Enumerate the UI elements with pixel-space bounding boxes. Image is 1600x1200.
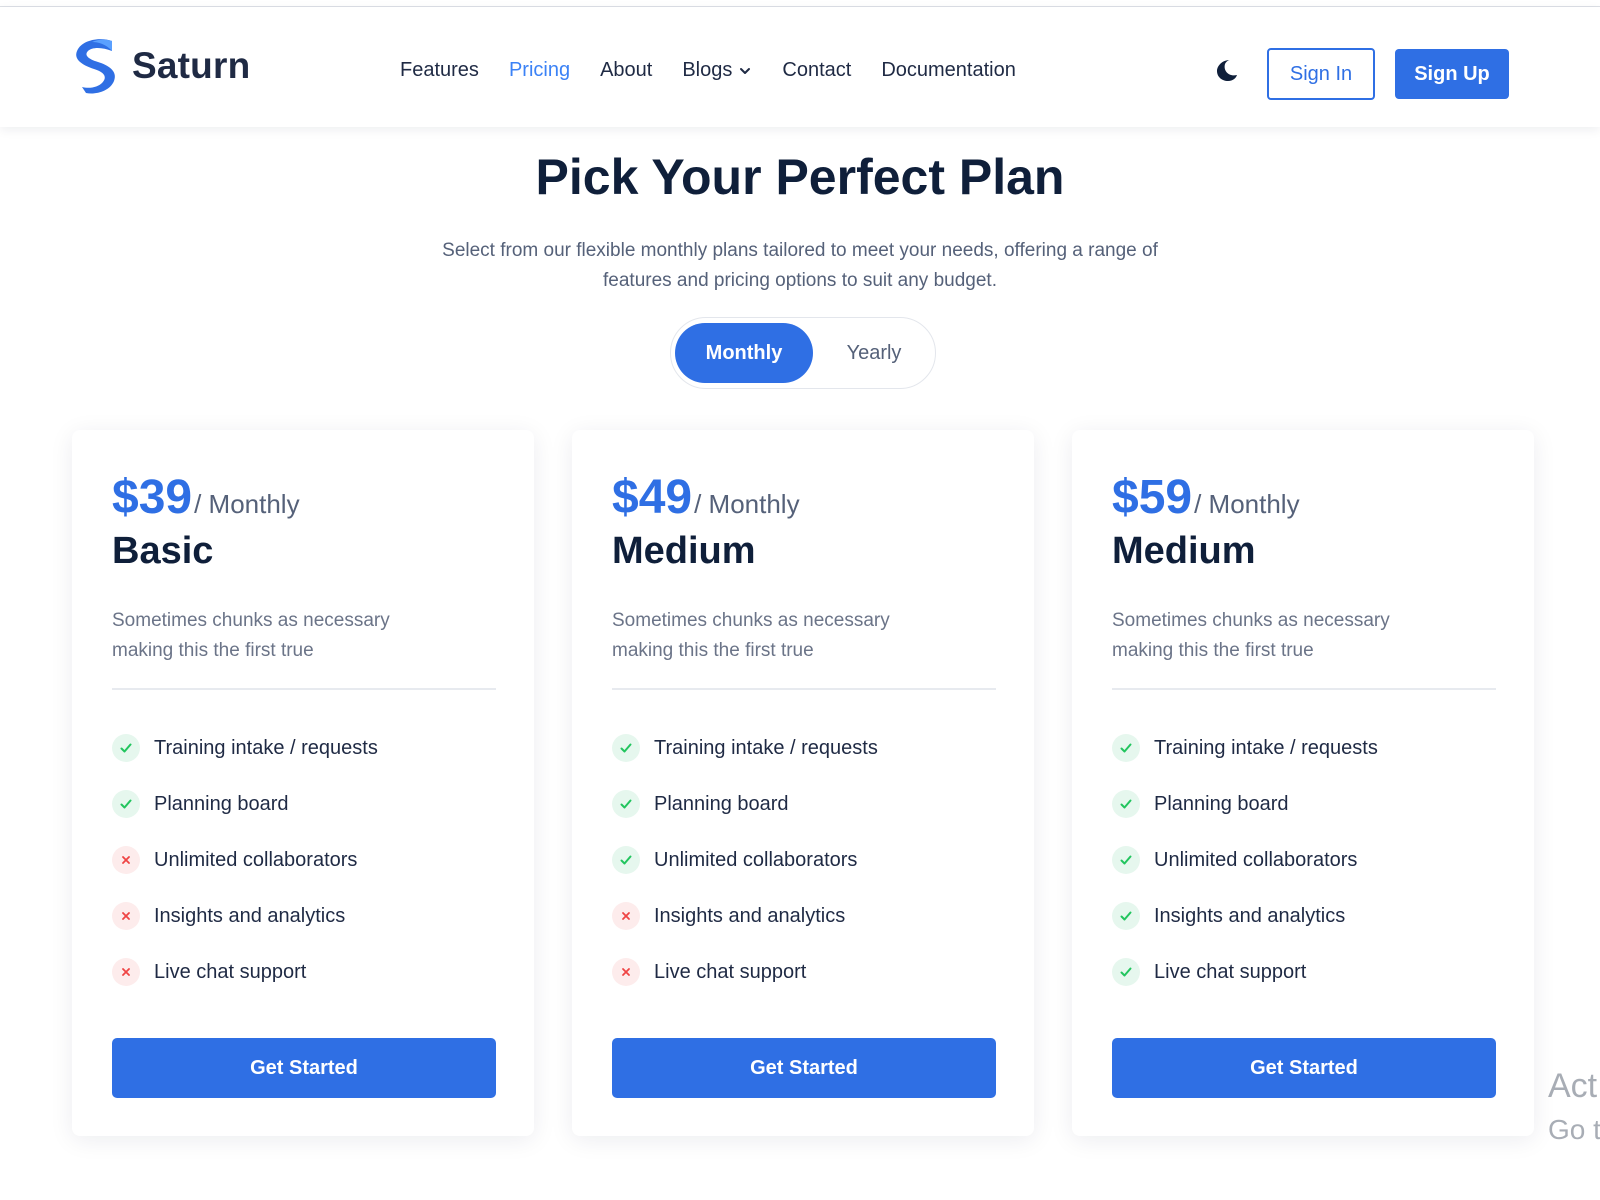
watermark-line-2: Go t <box>1548 1114 1600 1145</box>
price-row: $49/ Monthly <box>612 470 800 525</box>
cross-icon <box>612 958 640 986</box>
feature-label: Planning board <box>154 792 289 815</box>
feature-label: Training intake / requests <box>1154 736 1378 759</box>
navbar: Saturn Features Pricing About Blogs Cont… <box>0 7 1600 127</box>
toggle-monthly-button[interactable]: Monthly <box>675 323 813 383</box>
price-row: $59/ Monthly <box>1112 470 1300 525</box>
plan-price: $59 <box>1112 471 1193 524</box>
sign-up-button[interactable]: Sign Up <box>1395 49 1509 99</box>
cross-icon <box>112 902 140 930</box>
feature-label: Unlimited collaborators <box>154 848 358 871</box>
plan-name: Medium <box>1112 530 1256 572</box>
cross-icon <box>112 846 140 874</box>
price-row: $39/ Monthly <box>112 470 300 525</box>
feature-item: Live chat support <box>1112 944 1496 1000</box>
get-started-button[interactable]: Get Started <box>112 1038 496 1098</box>
cross-icon <box>612 902 640 930</box>
activation-watermark: Act Go t <box>1548 1064 1600 1152</box>
feature-list: Training intake / requests Planning board… <box>1112 720 1496 1000</box>
get-started-button[interactable]: Get Started <box>1112 1038 1496 1098</box>
brand-name: Saturn <box>132 45 251 86</box>
feature-item: Unlimited collaborators <box>1112 832 1496 888</box>
feature-item: Planning board <box>612 776 996 832</box>
plan-period: / Monthly <box>694 489 800 519</box>
feature-item: Unlimited collaborators <box>612 832 996 888</box>
plan-description: Sometimes chunks as necessary making thi… <box>1112 610 1390 661</box>
feature-label: Insights and analytics <box>1154 904 1346 927</box>
divider <box>112 688 496 690</box>
plan-period: / Monthly <box>194 489 300 519</box>
feature-label: Training intake / requests <box>654 736 878 759</box>
feature-label: Live chat support <box>654 960 807 983</box>
check-icon <box>1112 734 1140 762</box>
nav-link-documentation[interactable]: Documentation <box>881 59 1016 82</box>
plan-description: Sometimes chunks as necessary making thi… <box>612 610 890 661</box>
divider <box>612 688 996 690</box>
page-title: Pick Your Perfect Plan <box>535 149 1065 205</box>
feature-item: Training intake / requests <box>112 720 496 776</box>
chevron-down-icon <box>740 67 751 74</box>
moon-icon[interactable] <box>1213 57 1239 83</box>
nav-link-features[interactable]: Features <box>400 59 479 82</box>
plan-description: Sometimes chunks as necessary making thi… <box>112 610 390 661</box>
get-started-button[interactable]: Get Started <box>612 1038 996 1098</box>
feature-item: Insights and analytics <box>612 888 996 944</box>
check-icon <box>1112 790 1140 818</box>
nav-link-blogs[interactable]: Blogs <box>682 59 752 82</box>
feature-item: Planning board <box>112 776 496 832</box>
check-icon <box>1112 846 1140 874</box>
nav-link-contact[interactable]: Contact <box>782 59 851 82</box>
plan-price: $39 <box>112 471 193 524</box>
feature-item: Unlimited collaborators <box>112 832 496 888</box>
feature-item: Insights and analytics <box>112 888 496 944</box>
plan-card-medium: $49/ Monthly Medium Sometimes chunks as ne… <box>572 430 1034 1136</box>
cross-icon <box>112 958 140 986</box>
feature-label: Unlimited collaborators <box>654 848 858 871</box>
feature-label: Planning board <box>654 792 789 815</box>
toggle-yearly-button[interactable]: Yearly <box>819 323 929 383</box>
feature-label: Insights and analytics <box>154 904 346 927</box>
feature-item: Live chat support <box>112 944 496 1000</box>
page-subtitle: Select from our flexible monthly plans t… <box>442 240 1158 291</box>
sign-in-button[interactable]: Sign In <box>1267 48 1375 100</box>
feature-item: Insights and analytics <box>1112 888 1496 944</box>
check-icon <box>612 790 640 818</box>
saturn-logo-icon <box>72 37 120 95</box>
brand[interactable]: Saturn <box>72 37 250 95</box>
check-icon <box>1112 958 1140 986</box>
nav-link-about[interactable]: About <box>600 59 652 82</box>
feature-label: Live chat support <box>1154 960 1307 983</box>
plan-price: $49 <box>612 471 693 524</box>
nav-link-pricing[interactable]: Pricing <box>509 59 570 82</box>
feature-list: Training intake / requests Planning board… <box>612 720 996 1000</box>
nav-links: Features Pricing About Blogs Contact Doc… <box>400 59 1046 82</box>
plan-card-basic: $39/ Monthly Basic Sometimes chunks as nec… <box>72 430 534 1136</box>
plan-name: Medium <box>612 530 756 572</box>
feature-item: Live chat support <box>612 944 996 1000</box>
divider <box>1112 688 1496 690</box>
feature-item: Planning board <box>1112 776 1496 832</box>
check-icon <box>112 790 140 818</box>
plan-period: / Monthly <box>1194 489 1300 519</box>
check-icon <box>612 734 640 762</box>
check-icon <box>612 846 640 874</box>
feature-list: Training intake / requests Planning board… <box>112 720 496 1000</box>
watermark-line-1: Act <box>1548 1067 1598 1105</box>
check-icon <box>112 734 140 762</box>
feature-label: Live chat support <box>154 960 307 983</box>
nav-link-blogs-label: Blogs <box>682 59 733 81</box>
feature-label: Training intake / requests <box>154 736 378 759</box>
feature-label: Insights and analytics <box>654 904 846 927</box>
feature-label: Planning board <box>1154 792 1289 815</box>
plan-card-premium: $59/ Monthly Medium Sometimes chunks as ne… <box>1072 430 1534 1136</box>
feature-label: Unlimited collaborators <box>1154 848 1358 871</box>
feature-item: Training intake / requests <box>612 720 996 776</box>
feature-item: Training intake / requests <box>1112 720 1496 776</box>
check-icon <box>1112 902 1140 930</box>
billing-toggle: Monthly Yearly <box>670 317 936 389</box>
plan-name: Basic <box>112 530 214 572</box>
